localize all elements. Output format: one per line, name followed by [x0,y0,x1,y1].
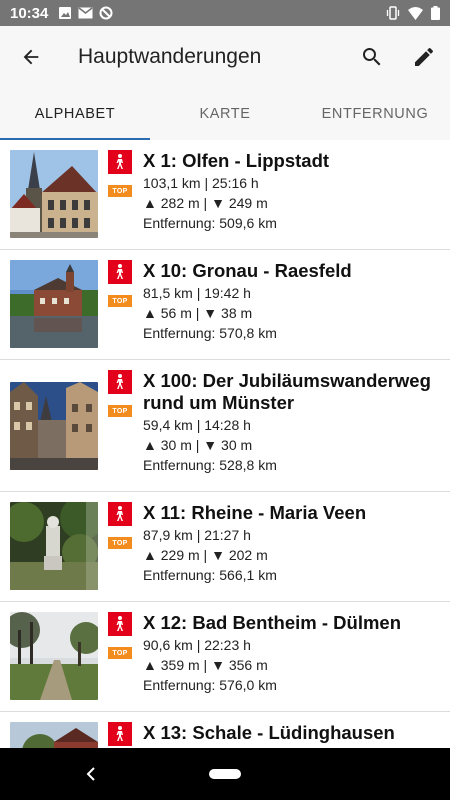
route-thumbnail [10,502,98,590]
hiking-person-icon [116,374,123,389]
route-title: X 11: Rheine - Maria Veen [143,502,367,523]
system-nav-bar [0,748,450,800]
hiking-person-icon [116,506,123,521]
list-item[interactable]: TOP X 1: Olfen - Lippstadt 103,1 km | 25… [0,140,450,250]
route-elevation: ▲ 56 m | ▼ 38 m [143,305,253,321]
edit-button[interactable] [398,26,450,88]
top-badge: TOP [108,185,132,197]
search-button[interactable] [346,26,398,88]
route-distance: Entfernung: 566,1 km [143,567,277,583]
hiking-category-badge [108,260,132,284]
route-distance: Entfernung: 576,0 km [143,677,277,693]
tab-karte[interactable]: KARTE [150,88,300,140]
status-time: 10:34 [10,4,49,22]
route-title: X 10: Gronau - Raesfeld [143,260,352,281]
route-distance: Entfernung: 570,8 km [143,325,277,341]
nav-back-icon[interactable] [84,762,98,786]
app-bar: Hauptwanderungen [0,26,450,88]
battery-icon [431,6,440,20]
route-list: TOP X 1: Olfen - Lippstadt 103,1 km | 25… [0,140,450,748]
page-title: Hauptwanderungen [78,45,262,68]
route-title: X 1: Olfen - Lippstadt [143,150,330,171]
top-badge: TOP [108,295,132,307]
pencil-icon [415,47,434,66]
hiking-person-icon [116,264,123,279]
route-distance: Entfernung: 509,6 km [143,215,277,231]
search-icon [363,48,381,66]
hiking-category-badge [108,612,132,636]
route-elevation: ▲ 229 m | ▼ 202 m [143,547,268,563]
wifi-icon [408,6,423,20]
route-elevation: ▲ 30 m | ▼ 30 m [143,437,253,453]
tab-alphabet[interactable]: ALPHABET [0,88,150,140]
vibrate-icon [386,6,400,20]
route-title: X 13: Schale - Lüdinghausen [143,722,395,743]
route-length-duration: 90,6 km | 22:23 h [143,637,251,653]
tab-bar: ALPHABET KARTE ENTFERNUNG [0,88,450,140]
route-length-duration: 87,9 km | 21:27 h [143,527,251,543]
route-thumbnail [10,612,98,700]
list-item[interactable]: TOP X 100: Der Jubiläumswanderweg rund u… [0,360,450,492]
route-thumbnail [10,260,98,348]
hiking-person-icon [116,616,123,631]
route-length-duration: 59,4 km | 14:28 h [143,417,251,433]
top-badge: TOP [108,405,132,417]
hiking-category-badge [108,502,132,526]
hiking-category-badge [108,722,132,746]
tab-entfernung[interactable]: ENTFERNUNG [300,88,450,140]
hiking-person-icon [116,154,123,169]
route-distance: Entfernung: 528,8 km [143,457,277,473]
nav-home-pill[interactable] [209,769,241,779]
list-item[interactable]: TOP X 10: Gronau - Raesfeld 81,5 km | 19… [0,250,450,360]
top-badge: TOP [108,647,132,659]
list-item[interactable]: X 13: Schale - Lüdinghausen [0,712,450,748]
image-notification-icon [59,7,72,19]
route-length-duration: 103,1 km | 25:16 h [143,175,259,191]
route-thumbnail [10,150,98,238]
sync-notification-icon [99,6,113,20]
list-item[interactable]: TOP X 12: Bad Bentheim - Dülmen 90,6 km … [0,602,450,712]
top-badge: TOP [108,537,132,549]
hiking-category-badge [108,150,132,174]
mail-notification-icon [78,7,93,19]
route-length-duration: 81,5 km | 19:42 h [143,285,251,301]
hiking-person-icon [116,726,123,741]
route-title: X 100: Der Jubiläumswanderweg rund um Mü… [143,370,431,413]
route-thumbnail [10,722,98,748]
arrow-left-icon [23,49,39,65]
route-thumbnail [10,382,98,470]
route-elevation: ▲ 282 m | ▼ 249 m [143,195,268,211]
list-item[interactable]: TOP X 11: Rheine - Maria Veen 87,9 km | … [0,492,450,602]
status-bar: 10:34 [0,0,450,26]
hiking-category-badge [108,370,132,394]
back-button[interactable] [0,26,62,88]
route-elevation: ▲ 359 m | ▼ 356 m [143,657,268,673]
route-title: X 12: Bad Bentheim - Dülmen [143,612,402,633]
